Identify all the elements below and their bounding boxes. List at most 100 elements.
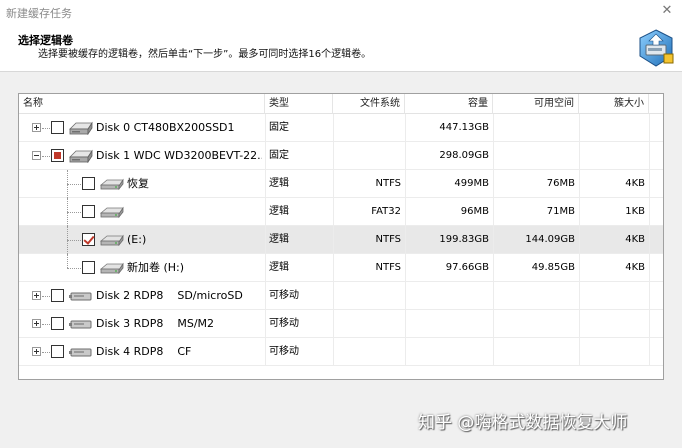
column-header-free-space[interactable]: 可用空间 bbox=[493, 94, 579, 114]
volume-icon bbox=[99, 262, 124, 275]
table-row[interactable]: Disk 3 RDP8 MS/M2 可移动 bbox=[19, 310, 663, 338]
volume-name: 新加卷 (H:) bbox=[127, 261, 185, 274]
cell-free: 76MB bbox=[546, 178, 575, 189]
column-divider bbox=[649, 114, 650, 142]
removable-disk-icon bbox=[69, 292, 92, 301]
removable-disk-icon bbox=[69, 348, 92, 357]
volume-checkbox[interactable] bbox=[51, 149, 64, 162]
column-divider bbox=[649, 310, 650, 338]
volume-icon bbox=[99, 178, 124, 191]
table-row[interactable]: Disk 0 CT480BX200SSD1 固定 447.13GB bbox=[19, 114, 663, 142]
column-header-cluster-size[interactable]: 簇大小 bbox=[579, 94, 649, 114]
column-divider bbox=[265, 114, 266, 142]
cell-type: 逻辑 bbox=[269, 262, 289, 273]
volume-checkbox[interactable] bbox=[51, 317, 64, 330]
title-bar: 新建缓存任务 ✕ bbox=[0, 0, 682, 24]
cell-cluster bbox=[579, 282, 645, 310]
cell-fs: NTFS bbox=[375, 178, 401, 189]
cell-type: 逻辑 bbox=[269, 206, 289, 217]
wizard-header: 选择逻辑卷 选择要被缓存的逻辑卷，然后单击“下一步”。最多可同时选择16个逻辑卷… bbox=[0, 24, 682, 72]
cell-fs bbox=[333, 338, 401, 366]
column-divider bbox=[265, 198, 266, 226]
volume-list[interactable]: 名称 类型 文件系统 容量 可用空间 簇大小 Disk 0 CT480BX200… bbox=[18, 93, 664, 380]
volume-checkbox[interactable] bbox=[51, 289, 64, 302]
table-row[interactable]: Disk 1 WDC WD3200BEVT-22... 固定 298.09GB bbox=[19, 142, 663, 170]
cell-capacity: 499MB bbox=[454, 178, 489, 189]
tree-connector bbox=[67, 184, 81, 185]
column-divider bbox=[265, 254, 266, 282]
cell-capacity: 199.83GB bbox=[439, 234, 489, 245]
cell-fs bbox=[333, 282, 401, 310]
expand-icon[interactable] bbox=[32, 319, 41, 328]
tree-connector bbox=[42, 156, 50, 157]
cell-free bbox=[493, 282, 575, 310]
column-header-capacity[interactable]: 容量 bbox=[405, 94, 493, 114]
expand-icon[interactable] bbox=[32, 347, 41, 356]
removable-disk-icon bbox=[69, 320, 92, 329]
cell-free bbox=[493, 310, 575, 338]
tree-connector bbox=[67, 240, 81, 241]
cell-type: 固定 bbox=[269, 122, 289, 133]
volume-checkbox[interactable] bbox=[51, 345, 64, 358]
cell-type: 逻辑 bbox=[269, 234, 289, 245]
column-divider bbox=[649, 142, 650, 170]
tree-connector bbox=[42, 296, 50, 297]
cell-fs: FAT32 bbox=[371, 206, 401, 217]
cell-cluster: 4KB bbox=[625, 178, 645, 189]
volume-name: Disk 2 RDP8 SD/microSD bbox=[96, 289, 243, 302]
column-divider bbox=[649, 338, 650, 366]
cell-fs: NTFS bbox=[375, 262, 401, 273]
volume-checkbox[interactable] bbox=[82, 233, 95, 246]
cell-free bbox=[493, 142, 575, 170]
cell-type: 可移动 bbox=[269, 318, 299, 329]
volume-checkbox[interactable] bbox=[51, 121, 64, 134]
table-row[interactable]: Disk 2 RDP8 SD/microSD 可移动 bbox=[19, 282, 663, 310]
column-header-filesystem[interactable]: 文件系统 bbox=[333, 94, 405, 114]
cell-fs bbox=[333, 114, 401, 142]
cell-cluster bbox=[579, 338, 645, 366]
column-divider bbox=[649, 282, 650, 310]
table-row[interactable]: 逻辑 FAT32 96MB 71MB 1KB bbox=[19, 198, 663, 226]
column-divider bbox=[265, 226, 266, 254]
volume-name: (E:) bbox=[127, 233, 147, 246]
cell-free: 49.85GB bbox=[531, 262, 575, 273]
column-divider bbox=[649, 198, 650, 226]
cell-free bbox=[493, 114, 575, 142]
table-row[interactable]: 新加卷 (H:) 逻辑 NTFS 97.66GB 49.85GB 4KB bbox=[19, 254, 663, 282]
volume-name: Disk 0 CT480BX200SSD1 bbox=[96, 121, 235, 134]
volume-checkbox[interactable] bbox=[82, 177, 95, 190]
cell-capacity bbox=[405, 282, 489, 310]
collapse-icon[interactable] bbox=[32, 151, 41, 160]
expand-icon[interactable] bbox=[32, 291, 41, 300]
volume-checkbox[interactable] bbox=[82, 261, 95, 274]
cell-capacity bbox=[405, 338, 489, 366]
volume-icon bbox=[99, 234, 124, 247]
column-divider bbox=[265, 170, 266, 198]
volume-checkbox[interactable] bbox=[82, 205, 95, 218]
column-divider bbox=[649, 254, 650, 282]
cell-cluster: 4KB bbox=[625, 262, 645, 273]
table-row[interactable]: Disk 4 RDP8 CF 可移动 bbox=[19, 338, 663, 366]
cell-type: 逻辑 bbox=[269, 178, 289, 189]
close-icon[interactable]: ✕ bbox=[658, 2, 676, 20]
cell-free: 144.09GB bbox=[525, 234, 575, 245]
volume-icon bbox=[99, 206, 124, 219]
column-header-type[interactable]: 类型 bbox=[265, 94, 333, 114]
volume-name: Disk 1 WDC WD3200BEVT-22... bbox=[96, 149, 262, 162]
cell-cluster: 4KB bbox=[625, 234, 645, 245]
watermark: 知乎 @嗨格式数据恢复大师 bbox=[418, 413, 628, 433]
window-title: 新建缓存任务 bbox=[6, 7, 72, 20]
cell-capacity: 447.13GB bbox=[439, 122, 489, 133]
cell-fs bbox=[333, 310, 401, 338]
cell-fs: NTFS bbox=[375, 234, 401, 245]
table-row[interactable]: (E:) 逻辑 NTFS 199.83GB 144.09GB 4KB bbox=[19, 226, 663, 254]
cell-cluster: 1KB bbox=[625, 206, 645, 217]
cell-type: 固定 bbox=[269, 150, 289, 161]
tree-connector bbox=[67, 268, 81, 269]
column-header-name[interactable]: 名称 bbox=[19, 94, 265, 114]
volume-name: Disk 3 RDP8 MS/M2 bbox=[96, 317, 215, 330]
tree-connector bbox=[42, 352, 50, 353]
expand-icon[interactable] bbox=[32, 123, 41, 132]
column-divider bbox=[649, 170, 650, 198]
table-row[interactable]: 恢复 逻辑 NTFS 499MB 76MB 4KB bbox=[19, 170, 663, 198]
